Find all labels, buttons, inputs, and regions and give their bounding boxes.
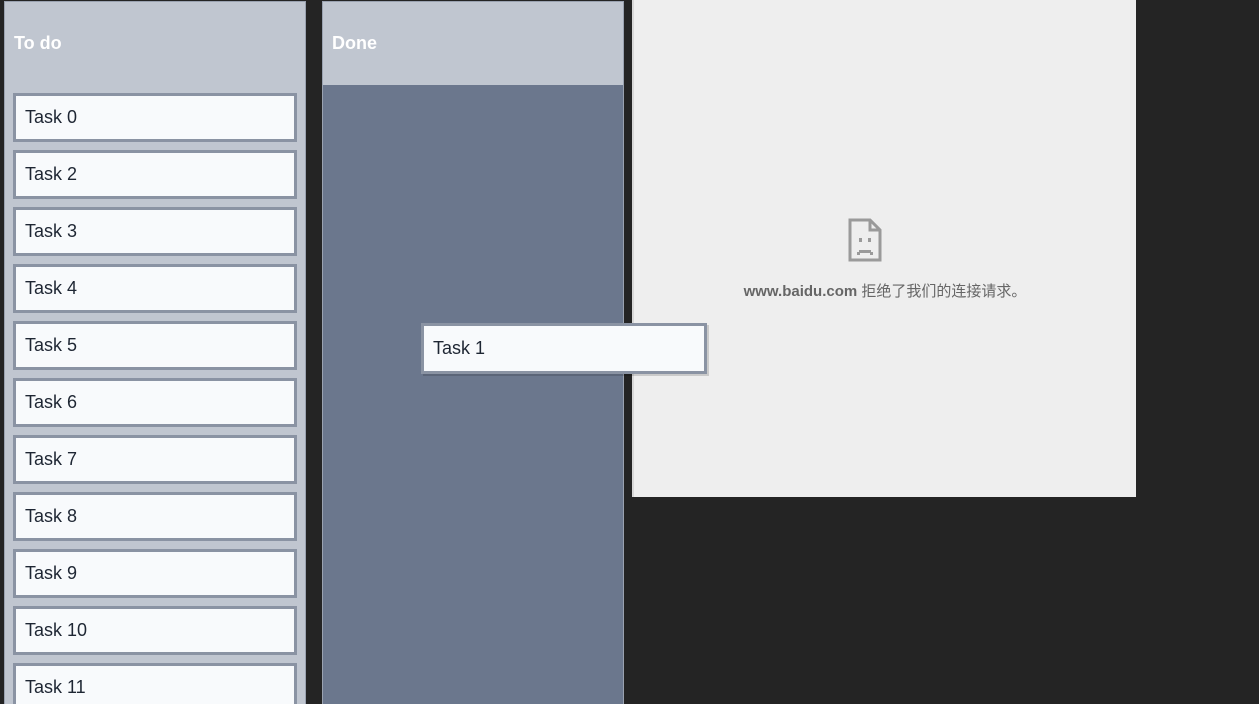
task-card[interactable]: Task 8 <box>13 492 297 541</box>
task-card[interactable]: Task 6 <box>13 378 297 427</box>
dragging-task-card[interactable]: Task 1 <box>421 323 707 374</box>
task-list-todo: Task 0 Task 2 Task 3 Task 4 Task 5 Task … <box>13 93 297 704</box>
task-card[interactable]: Task 0 <box>13 93 297 142</box>
task-card[interactable]: Task 2 <box>13 150 297 199</box>
error-message: www.baidu.com 拒绝了我们的连接请求。 <box>634 280 1136 301</box>
kanban-page: To do Task 0 Task 2 Task 3 Task 4 Task 5… <box>0 0 1259 704</box>
error-domain: www.baidu.com <box>743 283 858 300</box>
task-card[interactable]: Task 11 <box>13 663 297 704</box>
column-title-done: Done <box>332 33 377 53</box>
task-card[interactable]: Task 10 <box>13 606 297 655</box>
task-card[interactable]: Task 3 <box>13 207 297 256</box>
column-todo: To do Task 0 Task 2 Task 3 Task 4 Task 5… <box>4 1 306 704</box>
embedded-frame-error: www.baidu.com 拒绝了我们的连接请求。 <box>632 0 1136 497</box>
column-title-todo: To do <box>14 33 62 53</box>
sad-document-icon <box>848 218 882 262</box>
task-card[interactable]: Task 7 <box>13 435 297 484</box>
task-card[interactable]: Task 4 <box>13 264 297 313</box>
task-card[interactable]: Task 5 <box>13 321 297 370</box>
drop-zone-done[interactable] <box>323 85 623 704</box>
task-card[interactable]: Task 9 <box>13 549 297 598</box>
error-message-text: 拒绝了我们的连接请求。 <box>857 283 1027 300</box>
